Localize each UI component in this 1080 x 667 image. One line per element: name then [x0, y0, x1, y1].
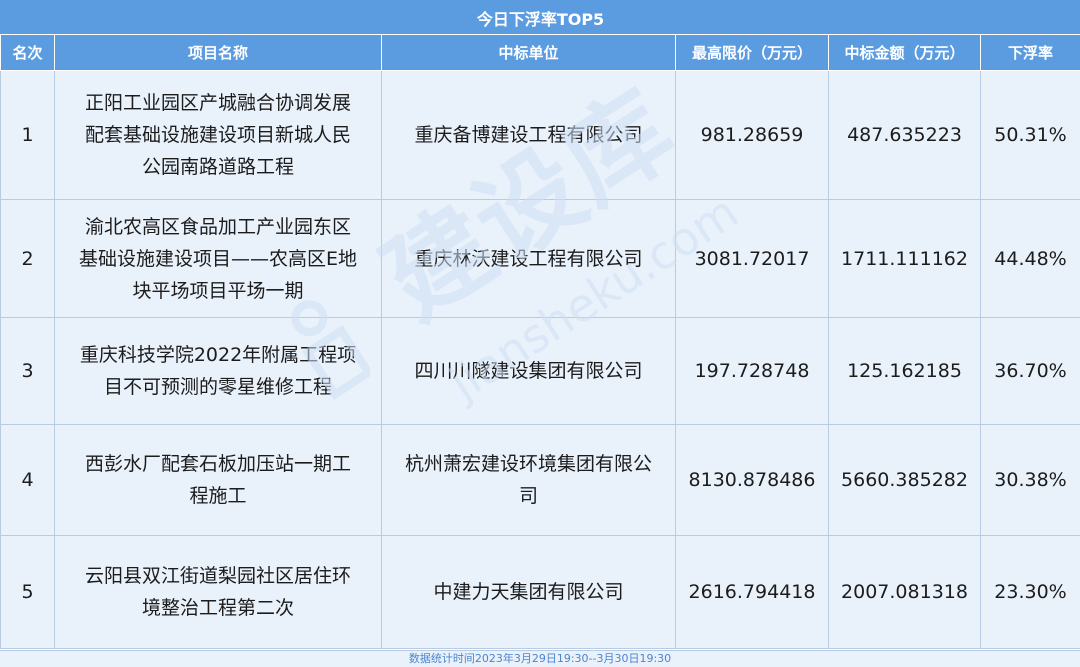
- table-title-row: 今日下浮率TOP5: [0, 0, 1080, 35]
- bid-amount-cell: 5660.385282: [828, 424, 981, 536]
- company-name-line: 重庆备博建设工程有限公司: [414, 124, 643, 146]
- rate-cell: 50.31%: [979, 70, 1080, 200]
- column-header-bid-amount: 中标金额（万元）: [828, 34, 981, 71]
- column-header-max-price: 最高限价（万元）: [675, 34, 829, 71]
- company-cell: 中建力天集团有限公司: [381, 535, 676, 649]
- bid-amount-cell: 1711.111162: [828, 199, 981, 318]
- company-name-line: 司: [518, 485, 538, 507]
- column-header-company: 中标单位: [381, 34, 676, 71]
- project-name-line: 基础设施建设项目——农高区E地: [78, 247, 357, 270]
- company-cell: 重庆备博建设工程有限公司: [381, 70, 676, 200]
- rate-cell: 30.38%: [979, 424, 1080, 536]
- company-name-line: 中建力天集团有限公司: [433, 581, 624, 603]
- project-name-cell: 西彭水厂配套石板加压站一期工 程施工: [54, 424, 382, 536]
- rank-cell: 5: [0, 535, 55, 649]
- rank-cell: 1: [0, 70, 55, 200]
- project-name-line: 块平场项目平场一期: [132, 279, 304, 302]
- column-header-rank: 名次: [0, 34, 55, 71]
- project-name-line: 公园南路道路工程: [141, 156, 294, 178]
- rate-cell: 23.30%: [979, 535, 1080, 649]
- bid-amount-cell: 2007.081318: [828, 535, 981, 649]
- project-name-line: 配套基础设施建设项目新城人民: [84, 124, 351, 146]
- project-name-cell: 重庆科技学院2022年附属工程项 目不可预测的零星维修工程: [54, 317, 382, 425]
- ranking-table: 今日下浮率TOP5 名次 项目名称 中标单位 最高限价（万元） 中标金额（万元）…: [0, 0, 1080, 649]
- max-price-cell: 197.728748: [675, 317, 829, 425]
- column-header-rate: 下浮率: [979, 34, 1080, 71]
- company-cell: 杭州萧宏建设环境集团有限公 司: [381, 424, 676, 536]
- max-price-cell: 8130.878486: [675, 424, 829, 536]
- project-name-line: 重庆科技学院2022年附属工程项: [79, 344, 357, 366]
- company-name-line: 重庆林沃建设工程有限公司: [414, 247, 643, 270]
- company-name-line: 四川川隧建设集团有限公司: [414, 360, 643, 382]
- bid-amount-cell: 125.162185: [828, 317, 981, 425]
- table-row: 2 渝北农高区食品加工产业园东区 基础设施建设项目——农高区E地 块平场项目平场…: [0, 199, 1080, 318]
- rank-cell: 3: [0, 317, 55, 425]
- project-name-cell: 渝北农高区食品加工产业园东区 基础设施建设项目——农高区E地 块平场项目平场一期: [54, 199, 382, 318]
- max-price-cell: 3081.72017: [675, 199, 829, 318]
- project-name-line: 西彭水厂配套石板加压站一期工: [84, 453, 351, 475]
- table-title: 今日下浮率TOP5: [0, 0, 1080, 35]
- project-name-line: 正阳工业园区产城融合协调发展: [84, 92, 351, 114]
- rank-cell: 4: [0, 424, 55, 536]
- bid-amount-cell: 487.635223: [828, 70, 981, 200]
- data-time-footer: 数据统计时间2023年3月29日19:30--3月30日19:30: [0, 650, 1080, 667]
- max-price-cell: 981.28659: [675, 70, 829, 200]
- project-name-cell: 云阳县双江街道梨园社区居住环 境整治工程第二次: [54, 535, 382, 649]
- table-row: 5 云阳县双江街道梨园社区居住环 境整治工程第二次 中建力天集团有限公司 261…: [0, 535, 1080, 649]
- company-name-line: 杭州萧宏建设环境集团有限公: [404, 453, 652, 475]
- project-name-line: 云阳县双江街道梨园社区居住环: [84, 565, 351, 587]
- table-header-row: 名次 项目名称 中标单位 最高限价（万元） 中标金额（万元） 下浮率: [0, 34, 1080, 71]
- project-name-cell: 正阳工业园区产城融合协调发展 配套基础设施建设项目新城人民 公园南路道路工程: [54, 70, 382, 200]
- company-cell: 重庆林沃建设工程有限公司: [381, 199, 676, 318]
- column-header-project: 项目名称: [54, 34, 382, 71]
- project-name-line: 程施工: [189, 485, 247, 507]
- table-row: 3 重庆科技学院2022年附属工程项 目不可预测的零星维修工程 四川川隧建设集团…: [0, 317, 1080, 425]
- rank-cell: 2: [0, 199, 55, 318]
- company-cell: 四川川隧建设集团有限公司: [381, 317, 676, 425]
- table-row: 1 正阳工业园区产城融合协调发展 配套基础设施建设项目新城人民 公园南路道路工程…: [0, 70, 1080, 200]
- project-name-line: 目不可预测的零星维修工程: [103, 376, 332, 398]
- max-price-cell: 2616.794418: [675, 535, 829, 649]
- rate-cell: 36.70%: [979, 317, 1080, 425]
- table-row: 4 西彭水厂配套石板加压站一期工 程施工 杭州萧宏建设环境集团有限公 司 813…: [0, 424, 1080, 536]
- rate-cell: 44.48%: [979, 199, 1080, 318]
- project-name-line: 渝北农高区食品加工产业园东区: [84, 215, 351, 238]
- table-container: 今日下浮率TOP5 名次 项目名称 中标单位 最高限价（万元） 中标金额（万元）…: [0, 0, 1080, 667]
- project-name-line: 境整治工程第二次: [141, 597, 294, 619]
